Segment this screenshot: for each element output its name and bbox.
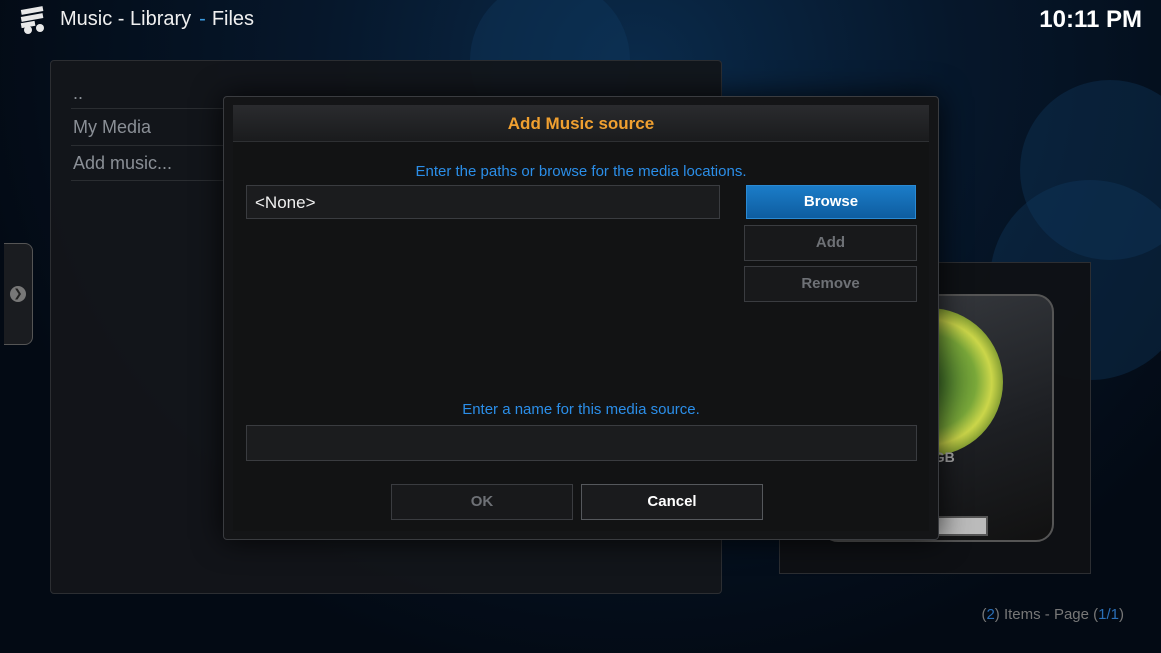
- item-count-info: (2) Items - Page (1/1): [981, 606, 1124, 623]
- dialog-title: Add Music source: [507, 114, 655, 133]
- breadcrumb-subsection: Files: [211, 8, 255, 30]
- breadcrumb-section: Music - Library: [60, 8, 192, 30]
- list-item-add-music[interactable]: Add music...: [73, 153, 172, 174]
- page-title: Music - Library - Files: [60, 8, 254, 31]
- item-count: 2: [986, 606, 995, 623]
- clock: 10:11 PM: [1039, 6, 1142, 33]
- footer-items-text: ) Items - Page (: [994, 606, 1099, 623]
- name-hint: Enter a name for this media source.: [462, 401, 700, 418]
- chevron-right-icon: ❯: [10, 286, 26, 302]
- page-total: 1: [1110, 606, 1119, 623]
- breadcrumb-separator: -: [199, 8, 206, 30]
- cancel-button[interactable]: Cancel: [581, 484, 763, 520]
- add-path-button[interactable]: Add: [744, 225, 917, 261]
- dialog-title-bar: Add Music source: [233, 105, 929, 142]
- kodi-music-icon[interactable]: [18, 5, 48, 35]
- remove-path-button[interactable]: Remove: [744, 266, 917, 302]
- header: Music - Library - Files 10:11 PM: [0, 0, 1161, 40]
- source-path-field[interactable]: <None>: [246, 185, 720, 219]
- list-item-my-media[interactable]: My Media: [73, 117, 151, 138]
- side-menu-handle[interactable]: ❯: [4, 243, 33, 345]
- browse-button[interactable]: Browse: [746, 185, 916, 219]
- source-name-field[interactable]: [246, 425, 917, 461]
- dialog-body: Add Music source Enter the paths or brow…: [233, 105, 929, 531]
- footer-paren-close: ): [1119, 606, 1124, 623]
- add-source-dialog: Add Music source Enter the paths or brow…: [223, 96, 939, 540]
- ok-button[interactable]: OK: [391, 484, 573, 520]
- list-item-parent[interactable]: ..: [73, 83, 83, 104]
- paths-hint: Enter the paths or browse for the media …: [415, 163, 747, 180]
